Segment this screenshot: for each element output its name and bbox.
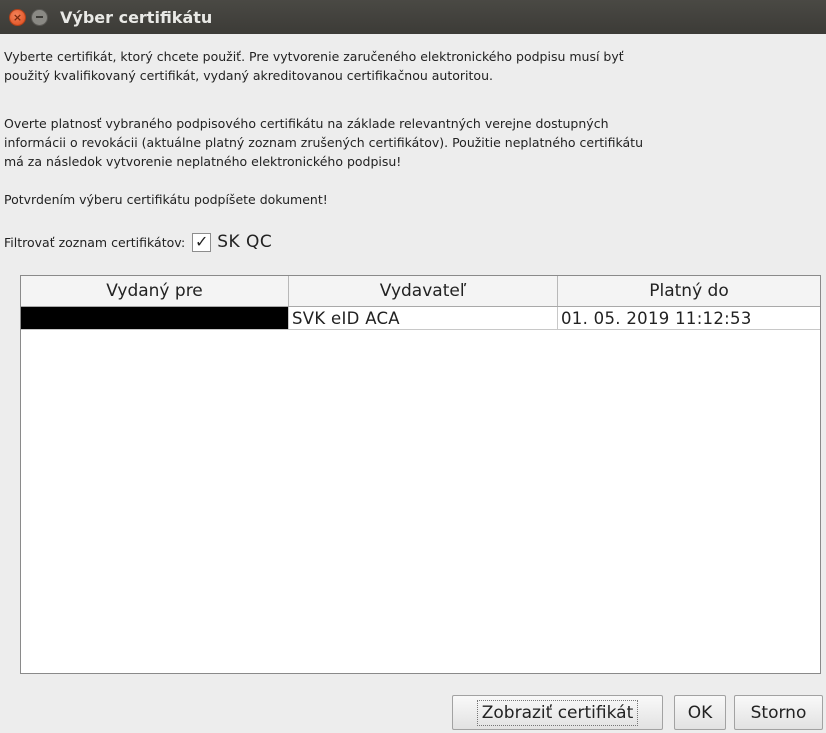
cell-valid-until[interactable]: 01. 05. 2019 11:12:53 [558, 307, 820, 330]
intro-paragraph-3: Potvrdením výberu certifikátu podpíšete … [4, 192, 328, 207]
table-header: Vydaný pre Vydavateľ Platný do [21, 276, 820, 307]
column-header-issuer[interactable]: Vydavateľ [289, 276, 558, 306]
table-row[interactable]: SVK eID ACA 01. 05. 2019 11:12:53 [21, 307, 820, 330]
certificate-table: Vydaný pre Vydavateľ Platný do SVK eID A… [20, 275, 821, 674]
show-certificate-label: Zobraziť certifikát [476, 699, 639, 726]
title-bar: × Výber certifikátu [0, 0, 826, 34]
column-header-valid-until[interactable]: Platný do [558, 276, 820, 306]
ok-button[interactable]: OK [674, 695, 726, 730]
cancel-button[interactable]: Storno [734, 695, 823, 730]
cell-issuer[interactable]: SVK eID ACA [289, 307, 558, 330]
close-icon[interactable]: × [9, 8, 26, 26]
column-header-issued-to[interactable]: Vydaný pre [21, 276, 289, 306]
intro-paragraph-1: Vyberte certifikát, ktorý chcete použiť.… [4, 49, 624, 83]
show-certificate-button[interactable]: Zobraziť certifikát [452, 695, 663, 730]
window-title: Výber certifikátu [60, 7, 213, 27]
minimize-icon[interactable] [31, 8, 48, 26]
filter-label: Filtrovať zoznam certifikátov: [4, 234, 186, 250]
filter-checkbox-label[interactable]: SK QC [217, 232, 272, 252]
filter-row: Filtrovať zoznam certifikátov: ✓ SK QC [4, 228, 272, 256]
cell-issued-to-redacted[interactable] [21, 307, 289, 330]
intro-paragraph-2: Overte platnosť vybraného podpisového ce… [4, 116, 644, 169]
filter-checkbox[interactable]: ✓ [192, 232, 212, 252]
